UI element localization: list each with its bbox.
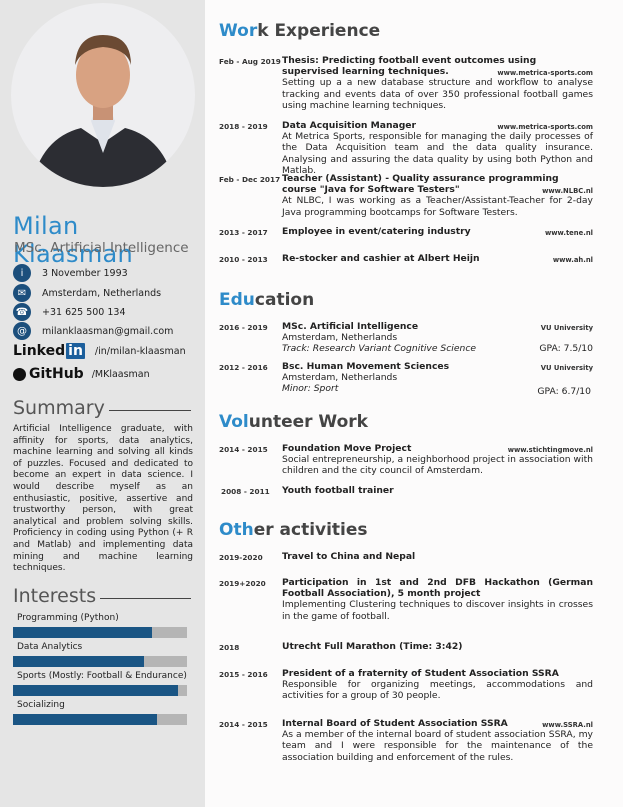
activity-entry: Internal Board of Student Association SS… <box>282 718 593 763</box>
entry-date: Feb - Dec 2017 <box>219 175 281 184</box>
summary-heading: Summary <box>13 397 191 419</box>
entry-date: 2014 - 2015 <box>219 720 268 729</box>
work-heading: Work Experience <box>219 21 381 41</box>
interest-label: Programming (Python) <box>17 613 119 623</box>
interest-bar-fill <box>13 685 179 696</box>
entry-date: 2019-2020 <box>219 553 263 562</box>
entry-date: 2015 - 2016 <box>219 670 268 679</box>
volunteer-heading: Volunteer Work <box>219 412 368 432</box>
degree-subtitle: MSc. Artificial Intelligence <box>14 240 189 256</box>
entry-date: 2019+2020 <box>219 579 266 588</box>
entry-date: 2014 - 2015 <box>219 445 268 454</box>
other-heading: Other activities <box>219 520 368 540</box>
interest-bar <box>13 685 187 696</box>
activity-entry: Utrecht Full Marathon (Time: 3:42) <box>282 641 463 652</box>
entry-url: www.NLBC.nl <box>542 187 593 195</box>
github-row[interactable]: GitHub/MKlaasman <box>13 366 150 382</box>
interests-heading: Interests <box>13 585 191 607</box>
profile-photo <box>11 3 195 187</box>
entry-date: 2008 - 2011 <box>221 487 270 496</box>
activity-entry: President of a fraternity of Student Ass… <box>282 668 593 702</box>
gpa: GPA: 7.5/10 <box>539 343 593 354</box>
entry-url: www.tene.nl <box>544 229 593 237</box>
interest-label: Data Analytics <box>17 642 83 652</box>
contact-birthdate: i 3 November 1993 <box>13 264 128 282</box>
linkedin-logo: Linked in <box>13 343 85 359</box>
interest-bar <box>13 714 187 725</box>
contact-location: ✉ Amsterdam, Netherlands <box>13 284 161 302</box>
education-entry: MSc. Artificial Intelligence VU Universit… <box>282 321 593 355</box>
work-entry: Employee in event/catering industry www.t… <box>282 226 593 237</box>
entry-date: 2010 - 2013 <box>219 255 268 264</box>
entry-url: www.ah.nl <box>552 256 593 264</box>
summary-text: Artificial Intelligence graduate, with a… <box>13 424 193 574</box>
work-entry: Thesis: Predicting football event outcom… <box>282 55 593 111</box>
interest-label: Sports (Mostly: Football & Endurance) <box>17 671 187 681</box>
work-entry: Data Acquisition Manager www.metrica-spor… <box>282 120 593 176</box>
github-logo: GitHub <box>13 366 84 382</box>
envelope-icon: ✉ <box>13 284 31 302</box>
interest-bar-fill <box>13 656 144 667</box>
entry-url: www.metrica-sports.com <box>497 123 593 131</box>
entry-date: 2016 - 2019 <box>219 323 268 332</box>
work-entry: Teacher (Assistant) - Quality assurance … <box>282 173 593 218</box>
education-entry: Bsc. Human Movement Sciences VU Universit… <box>282 361 593 397</box>
location: Amsterdam, Netherlands <box>42 287 162 299</box>
entry-url: www.metrica-sports.com <box>497 69 593 77</box>
interest-bar-fill <box>13 627 153 638</box>
activity-entry: Travel to China and Nepal <box>282 551 416 562</box>
entry-date: 2012 - 2016 <box>219 363 268 372</box>
volunteer-entry: Foundation Move Project www.stichtingmove… <box>282 443 593 477</box>
interest-bar-fill <box>13 714 158 725</box>
work-entry: Re-stocker and cashier at Albert Heijn ww… <box>282 253 593 264</box>
phone-icon: ☎ <box>13 303 31 321</box>
birthdate: 3 November 1993 <box>42 267 128 279</box>
education-heading: Education <box>219 290 315 310</box>
entry-date: 2013 - 2017 <box>219 228 268 237</box>
email[interactable]: milanklaasman@gmail.com <box>42 326 173 337</box>
linkedin-handle[interactable]: /in/milan-klaasman <box>95 346 186 357</box>
github-handle[interactable]: /MKlaasman <box>92 369 150 380</box>
github-icon <box>13 367 26 381</box>
interest-label: Socializing <box>17 700 65 710</box>
at-icon: @ <box>13 322 31 340</box>
entry-date: 2018 - 2019 <box>219 122 268 131</box>
interest-bar <box>13 627 187 638</box>
interest-bar <box>13 656 187 667</box>
linkedin-row[interactable]: Linked in/in/milan-klaasman <box>13 343 186 359</box>
gpa: GPA: 6.7/10 <box>537 386 591 397</box>
activity-entry: Participation in 1st and 2nd DFB Hackath… <box>282 577 593 622</box>
sidebar: Milan Klaasman MSc. Artificial Intellige… <box>0 0 205 807</box>
entry-date: Feb - Aug 2019 <box>219 57 281 66</box>
contact-phone: ☎ +31 625 500 134 <box>13 303 126 321</box>
info-icon: i <box>13 264 31 282</box>
volunteer-entry: Youth football trainer <box>282 485 394 496</box>
phone: +31 625 500 134 <box>42 306 126 318</box>
contact-email[interactable]: @ milanklaasman@gmail.com <box>13 322 173 340</box>
entry-date: 2018 <box>219 643 240 652</box>
